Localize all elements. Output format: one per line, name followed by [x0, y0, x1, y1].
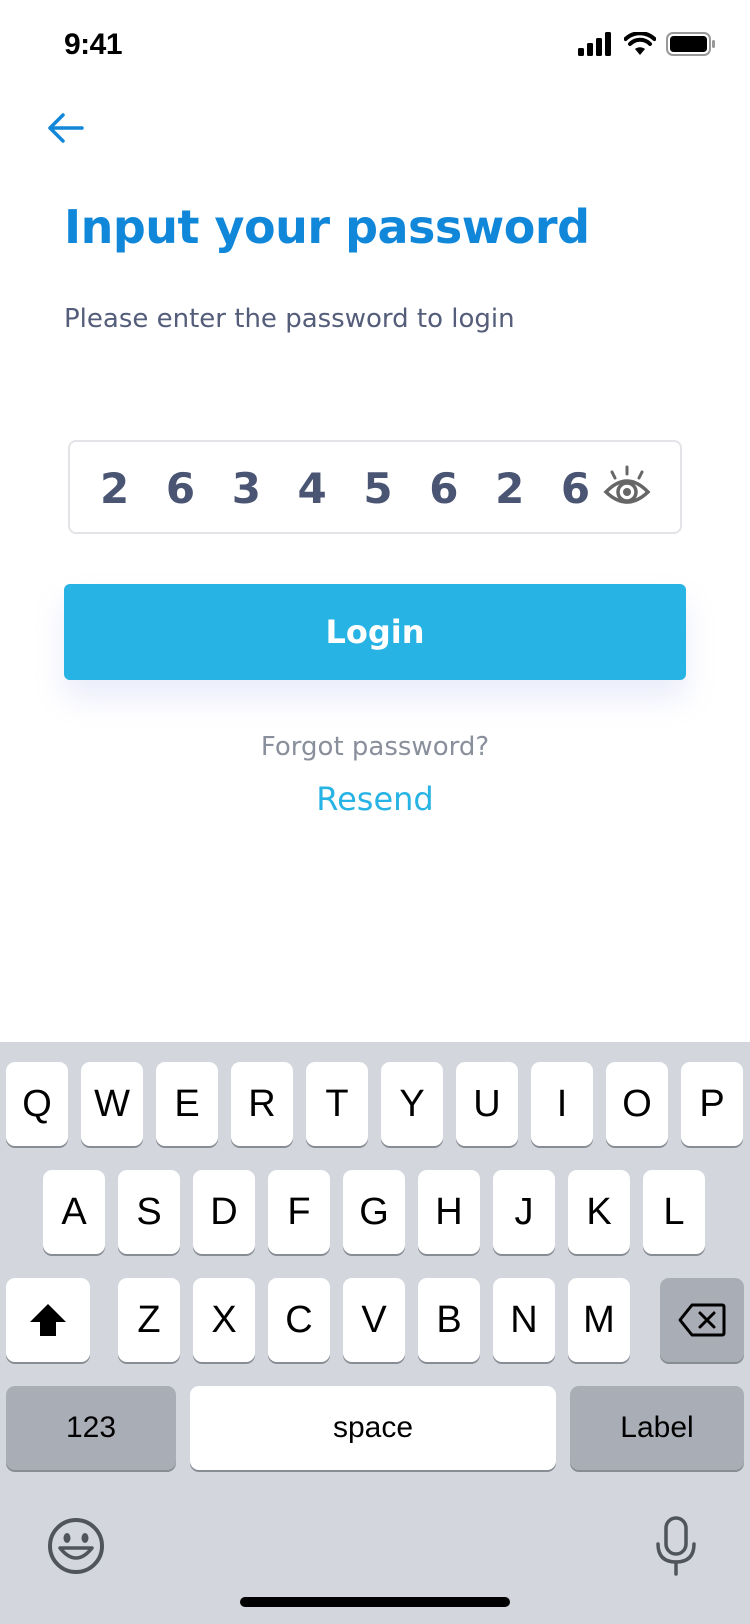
- status-bar: 9:41: [0, 0, 750, 94]
- resend-link[interactable]: Resend: [0, 780, 750, 818]
- key-y[interactable]: Y: [381, 1062, 443, 1146]
- key-v[interactable]: V: [343, 1278, 405, 1362]
- key-l[interactable]: L: [643, 1170, 705, 1254]
- key-f[interactable]: F: [268, 1170, 330, 1254]
- numbers-key[interactable]: 123: [6, 1386, 176, 1470]
- key-p[interactable]: P: [681, 1062, 743, 1146]
- shift-icon: [30, 1304, 66, 1336]
- status-time: 9:41: [64, 28, 123, 61]
- key-k[interactable]: K: [568, 1170, 630, 1254]
- key-x[interactable]: X: [193, 1278, 255, 1362]
- key-h[interactable]: H: [418, 1170, 480, 1254]
- key-d[interactable]: D: [193, 1170, 255, 1254]
- key-u[interactable]: U: [456, 1062, 518, 1146]
- key-c[interactable]: C: [268, 1278, 330, 1362]
- key-t[interactable]: T: [306, 1062, 368, 1146]
- emoji-button[interactable]: [46, 1516, 106, 1576]
- page-subtitle: Please enter the password to login: [64, 304, 515, 334]
- back-button[interactable]: [40, 106, 90, 150]
- password-value: 2 6 3 4 5 6 2 6: [100, 464, 601, 513]
- microphone-icon: [656, 1516, 696, 1576]
- show-password-button[interactable]: [602, 464, 652, 510]
- key-z[interactable]: Z: [118, 1278, 180, 1362]
- eye-icon: [603, 465, 651, 504]
- key-m[interactable]: M: [568, 1278, 630, 1362]
- password-field[interactable]: 2 6 3 4 5 6 2 6: [68, 440, 682, 534]
- emoji-icon: [48, 1518, 104, 1574]
- microphone-button[interactable]: [654, 1516, 698, 1578]
- key-q[interactable]: Q: [6, 1062, 68, 1146]
- key-i[interactable]: I: [531, 1062, 593, 1146]
- space-key[interactable]: space: [190, 1386, 556, 1470]
- key-a[interactable]: A: [43, 1170, 105, 1254]
- forgot-password-text: Forgot password?: [260, 732, 490, 762]
- return-key[interactable]: Label: [570, 1386, 744, 1470]
- key-r[interactable]: R: [231, 1062, 293, 1146]
- key-o[interactable]: O: [606, 1062, 668, 1146]
- login-button[interactable]: Login: [64, 584, 686, 680]
- home-indicator: [240, 1597, 510, 1607]
- wifi-icon: [624, 32, 656, 55]
- key-b[interactable]: B: [418, 1278, 480, 1362]
- key-e[interactable]: E: [156, 1062, 218, 1146]
- key-j[interactable]: J: [493, 1170, 555, 1254]
- key-g[interactable]: G: [343, 1170, 405, 1254]
- backspace-icon: [678, 1303, 726, 1337]
- battery-icon: [666, 32, 715, 56]
- keyboard: Q W E R T Y U I O P A S D F G H J K L Z …: [0, 1042, 750, 1624]
- key-n[interactable]: N: [493, 1278, 555, 1362]
- key-w[interactable]: W: [81, 1062, 143, 1146]
- backspace-key[interactable]: [660, 1278, 744, 1362]
- status-icons: [578, 32, 716, 56]
- back-arrow-icon: [48, 113, 84, 143]
- key-s[interactable]: S: [118, 1170, 180, 1254]
- page-title: Input your password: [64, 200, 590, 254]
- signal-icon: [578, 32, 611, 56]
- shift-key[interactable]: [6, 1278, 90, 1362]
